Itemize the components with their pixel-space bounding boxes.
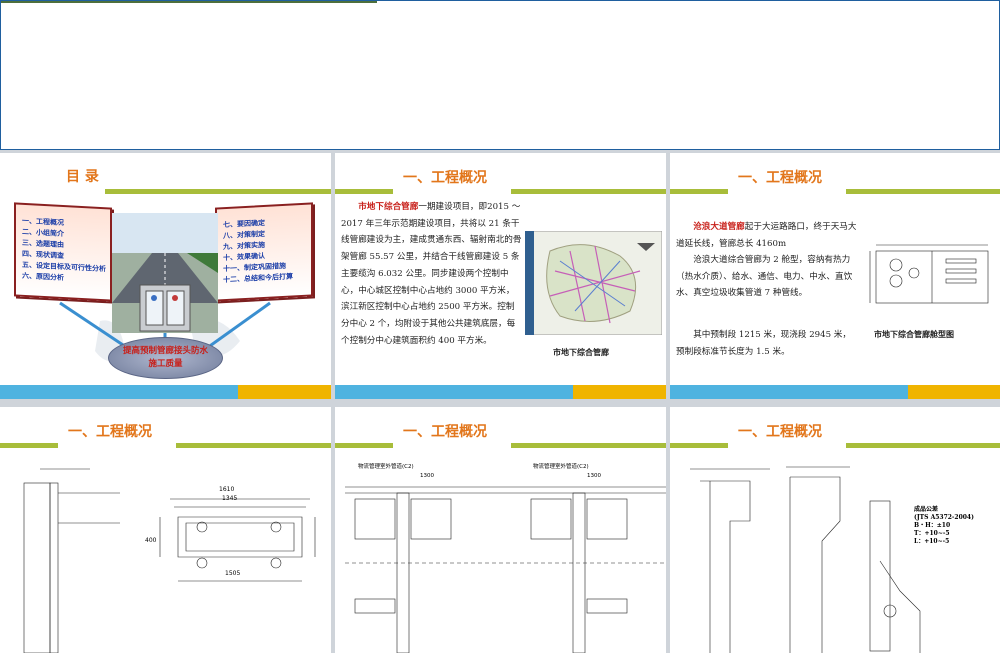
overview-text-3: 其中预制段 1215 米，现浇段 2945 米，预制段标准节长度为 1.5 米。 — [676, 330, 851, 357]
dim-label: 1505 — [225, 570, 241, 577]
slide-title: 一、工程概况 — [738, 170, 822, 186]
slide-toc[interactable]: 目 录 一、工程概况 二、小组简介 三、选题理由 四、现状调查 五、设定目标及可行性分析… — [0, 153, 331, 399]
drawing-caption: 市地下综合管廊舱型图 — [874, 330, 954, 339]
slide-overview-1[interactable]: 一、工程概况 市地下综合管廊一期建设项目，即2015 ～ 2017 年三年示范期… — [335, 153, 666, 399]
pipe-label: 物流管理室外管道(C2) — [358, 464, 414, 470]
dim-label: 1345 — [222, 495, 238, 502]
overview-text-2: 沧浪大道综合管廊为 2 舱型，容纳有热力（热水介质）、给水、通信、电力、中水、直… — [676, 255, 853, 299]
pipe-cross-section — [869, 244, 989, 304]
slide-title: 一、工程概况 — [403, 170, 487, 186]
cad-drawing — [23, 468, 316, 653]
map-caption: 市地下综合管廊 — [553, 348, 609, 357]
slide-title: 一、工程概况 — [68, 424, 152, 440]
pipe-label: 物流管理室外管道(C2) — [533, 464, 589, 470]
slide-drawing-2[interactable]: 一、工程概况 物流管理室外管道(C2) 物流管理室外管道(C2) 1300 13… — [335, 407, 666, 653]
slide-footer — [0, 385, 331, 399]
slide-overview-2[interactable]: 一、工程概况 沧浪大道管廊起于大运路路口，终于天马大道延长线，管廊总长 4160… — [670, 153, 1000, 399]
theme-line1: 提高预制管廊接头防水 — [122, 346, 208, 356]
dim-label: 400 — [145, 537, 157, 544]
blank-slide-window[interactable] — [0, 0, 1000, 150]
cad-drawing — [690, 466, 921, 653]
cad-drawing — [345, 486, 666, 653]
window-top-bar — [1, 1, 377, 3]
theme-oval: 提高预制管廊接头防水 施工质量 — [108, 337, 223, 379]
tolerance-spec: 成品公差 (JTS A5372-2004) B・H：±10 T：+10~-5 L：+10… — [914, 506, 974, 545]
dim-label: 1300 — [587, 473, 601, 479]
overview-text: 市地下综合管廊一期建设项目，即2015 ～ 2017 年三年示范期建设项目，共将… — [341, 202, 522, 346]
slide-title: 一、工程概况 — [738, 424, 822, 440]
overview-text-1: 沧浪大道管廊起于大运路路口，终于天马大道延长线，管廊总长 4160m — [676, 222, 857, 249]
theme-line2: 施工质量 — [148, 359, 183, 369]
slide-title: 一、工程概况 — [403, 424, 487, 440]
city-pipe-map — [525, 231, 662, 335]
dim-label: 1610 — [219, 486, 235, 493]
slide-drawing-3[interactable]: 一、工程概况 成品公差 (JTS A5372-2004) B・H：±10 T：+10~… — [670, 407, 1000, 653]
dim-label: 1300 — [420, 473, 434, 479]
slide-drawing-1[interactable]: 一、工程概况 1610 1345 1505 400 — [0, 407, 331, 653]
